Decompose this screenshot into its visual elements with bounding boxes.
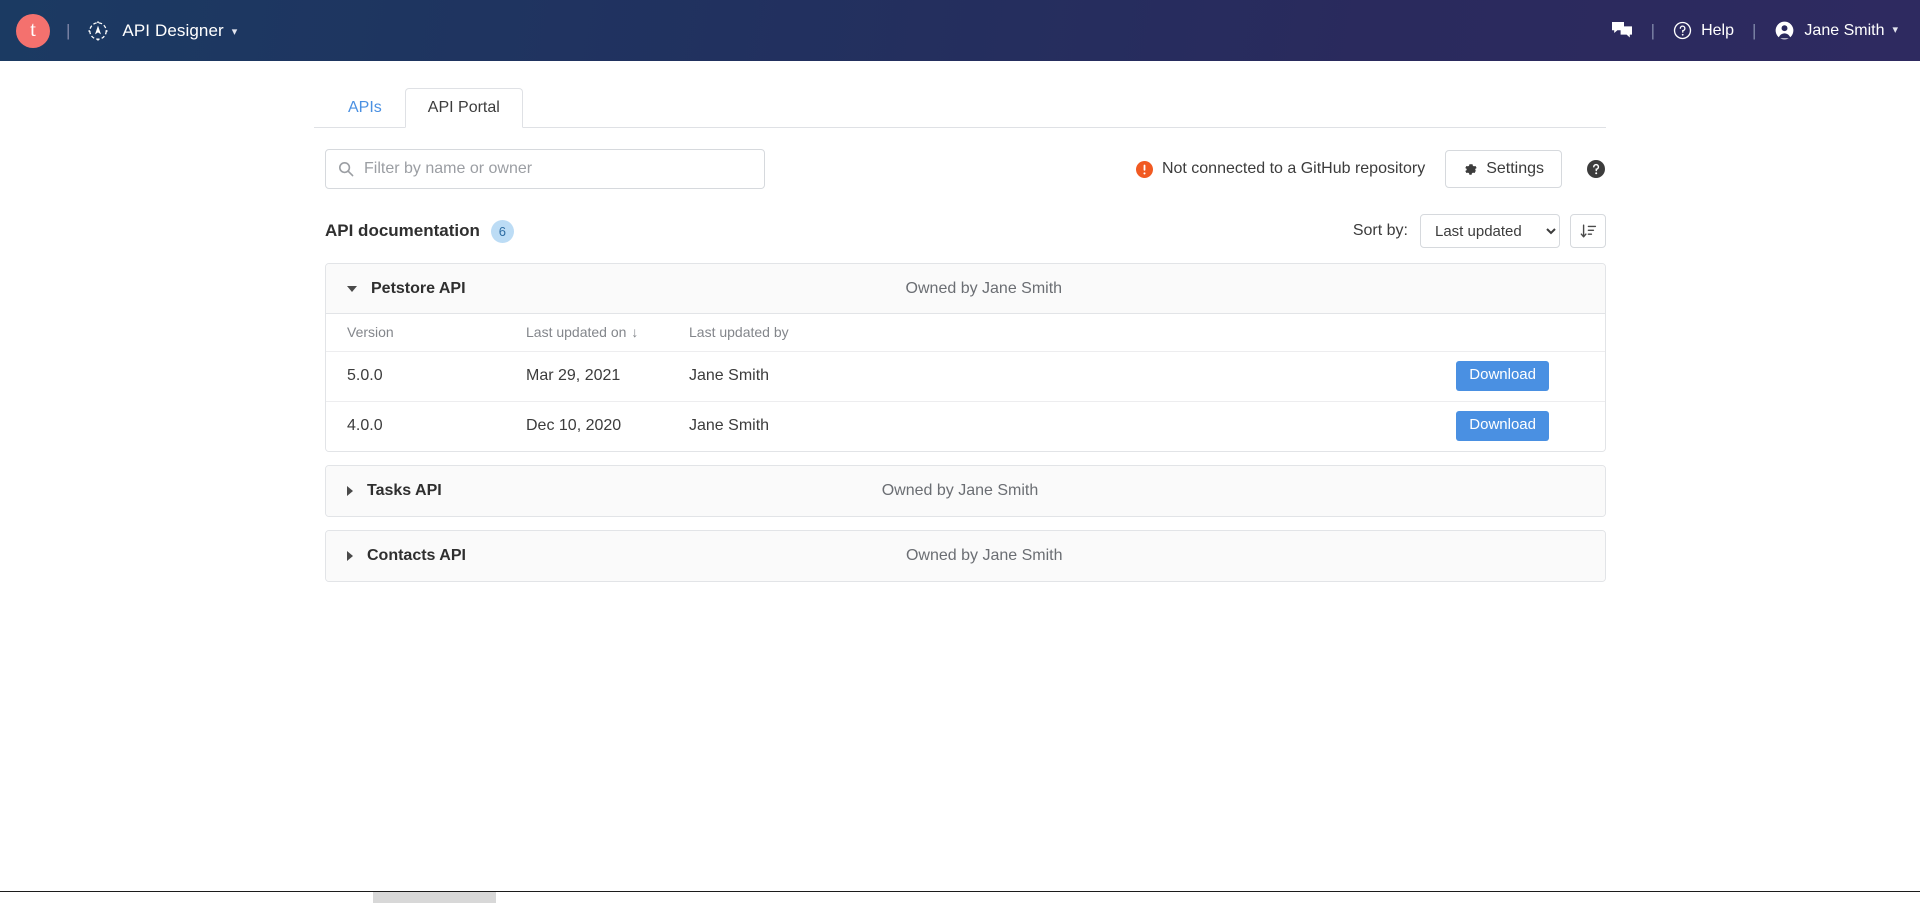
api-card-list: Petstore API Owned by Jane Smith Version… [314,263,1606,582]
col-header-action [1455,314,1605,352]
cell-version: 5.0.0 [326,351,526,402]
header-divider-3: | [1752,20,1757,40]
brand-logo[interactable]: t [16,13,50,48]
tab-api-portal[interactable]: API Portal [404,87,523,128]
versions-table-body: 5.0.0 Mar 29, 2021 Jane Smith Download 4… [326,351,1605,451]
col-header-updated-on-label: Last updated on [526,324,627,340]
horizontal-scrollbar-track[interactable] [0,891,1920,903]
api-count-badge: 6 [490,219,514,243]
header-right-group: | Help | Jane Smith ▾ [1611,20,1898,41]
app-name-label: API Designer [122,20,224,40]
tab-bar: APIs API Portal [314,87,1606,128]
settings-button-label: Settings [1486,160,1544,177]
tab-apis[interactable]: APIs [325,88,405,128]
brand-logo-letter: t [30,17,36,41]
sort-by-select[interactable]: Last updated [1420,214,1560,248]
user-avatar-icon [1774,20,1795,41]
col-header-updated-on[interactable]: Last updated on ↓ [526,314,689,352]
github-status-label: Not connected to a GitHub repository [1161,160,1426,177]
triangle-right-icon [347,485,353,496]
api-card-header[interactable]: Contacts API Owned by Jane Smith [326,530,1605,581]
triangle-right-icon [347,550,353,561]
help-circle-filled-icon[interactable] [1586,159,1606,179]
api-card-owner: Owned by Jane Smith [881,481,1039,499]
exclamation-circle-icon [1135,160,1162,178]
table-row: 5.0.0 Mar 29, 2021 Jane Smith Download [326,351,1605,402]
sort-descending-icon [1580,223,1597,240]
api-card-header[interactable]: Tasks API Owned by Jane Smith [326,465,1605,516]
api-card-owner: Owned by Jane Smith [905,546,1063,564]
triangle-down-icon [347,285,357,292]
question-circle-icon [1673,21,1692,40]
header-divider-2: | [1650,20,1656,40]
cell-action: Download [1455,401,1605,450]
api-card-header[interactable]: Petstore API Owned by Jane Smith [326,264,1605,314]
api-card-tasks: Tasks API Owned by Jane Smith [325,464,1606,517]
versions-table-head: Version Last updated on ↓ Last updated by [326,314,1605,352]
cell-updated-by: Jane Smith [689,351,1455,402]
toolbar-right-group: Not connected to a GitHub repository Set… [1135,150,1606,188]
gear-icon [1463,162,1486,177]
app-name-menu[interactable]: API Designer ▾ [122,21,237,41]
header-help-label: Help [1701,21,1734,39]
chevron-down-icon: ▾ [231,25,238,38]
api-card-contacts: Contacts API Owned by Jane Smith [325,529,1606,582]
search-icon [338,161,354,177]
page-title: API documentation [325,221,480,240]
chat-bubbles-icon[interactable] [1611,21,1633,40]
versions-header-row: Version Last updated on ↓ Last updated by [326,314,1605,352]
sort-controls: Sort by: Last updated [1353,214,1606,248]
compass-icon [86,19,110,43]
sort-direction-button[interactable] [1570,214,1606,248]
cell-action: Download [1455,351,1605,402]
user-name-label: Jane Smith [1804,21,1885,39]
versions-table: Version Last updated on ↓ Last updated by… [326,314,1605,451]
download-button[interactable]: Download [1456,361,1549,391]
cell-version: 4.0.0 [347,416,383,434]
sort-by-label: Sort by: [1352,222,1408,239]
settings-button[interactable]: Settings [1445,150,1562,188]
user-menu[interactable]: Jane Smith ▾ [1774,20,1898,41]
header-left-group: t | API Designer ▾ [16,13,237,48]
api-card-owner: Owned by Jane Smith [905,279,1063,297]
download-button[interactable]: Download [1456,410,1549,441]
top-header-bar: t | API Designer ▾ | Help | Jane Smith ▾ [0,0,1920,61]
header-help-button[interactable]: Help [1673,21,1734,40]
user-chevron-down-icon: ▾ [1892,24,1898,36]
cell-updated-on: Mar 29, 2021 [526,351,689,402]
sort-arrow-down-icon: ↓ [631,324,639,340]
api-card-title: Tasks API [367,481,442,499]
col-header-updated-by[interactable]: Last updated by [689,314,1455,352]
portal-toolbar: Not connected to a GitHub repository Set… [314,149,1606,189]
content-container: APIs API Portal Filter by name or owner … [314,61,1606,582]
section-heading-row: API documentation 6 Sort by: Last update… [314,214,1606,248]
cell-updated-on: Dec 10, 2020 [526,416,622,434]
table-row: 4.0.0 Dec 10, 2020 Jane Smith Download [326,401,1605,450]
cell-updated-by: Jane Smith [689,416,770,434]
api-card-title: Petstore API [371,279,466,297]
api-card-title: Contacts API [367,546,466,564]
filter-search-box[interactable] [325,149,765,189]
col-header-version[interactable]: Version [326,314,526,352]
header-divider-1: | [66,20,71,40]
search-input[interactable] [364,160,752,178]
api-card-petstore: Petstore API Owned by Jane Smith Version… [325,263,1606,452]
horizontal-scrollbar-thumb[interactable] [373,892,496,903]
page-body: APIs API Portal Filter by name or owner … [0,61,1920,903]
github-connection-status: Not connected to a GitHub repository [1135,160,1426,178]
